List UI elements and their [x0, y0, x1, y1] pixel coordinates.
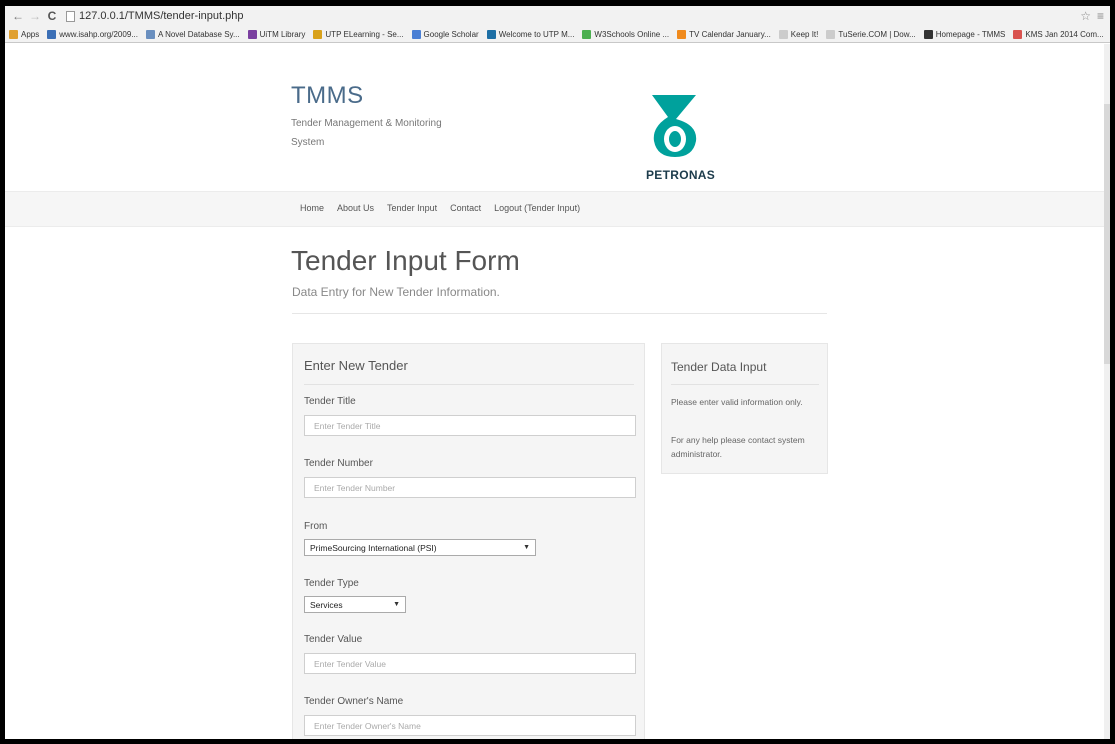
bookmark-label: www.isahp.org/2009... [59, 29, 138, 39]
scrollbar[interactable] [1104, 44, 1110, 739]
bookmark-item[interactable]: Welcome to UTP M... [486, 29, 575, 39]
tender-title-input[interactable] [304, 415, 636, 436]
bookmark-item[interactable]: KMS Jan 2014 Com... [1013, 29, 1104, 39]
back-icon[interactable]: ← [11, 9, 25, 23]
bookmark-label: A Novel Database Sy... [157, 29, 240, 39]
tender-owner-input[interactable] [304, 715, 636, 736]
favicon-icon [1013, 29, 1023, 39]
bookmark-item[interactable]: Google Scholar [411, 29, 479, 39]
divider [671, 384, 819, 385]
reload-icon[interactable]: C [45, 9, 59, 23]
tender-value-input[interactable] [304, 653, 636, 674]
from-label: From [304, 521, 328, 532]
tender-form-panel: Enter New Tender Tender Title Tender Num… [292, 343, 645, 739]
tender-number-label: Tender Number [304, 458, 373, 469]
bookmark-label: Apps [21, 29, 40, 39]
favicon-icon [677, 29, 687, 39]
info-panel: Tender Data Input Please enter valid inf… [661, 343, 828, 474]
bookmark-item[interactable]: www.isahp.org/2009... [47, 29, 138, 39]
petronas-emblem-icon [652, 95, 697, 157]
favicon-icon [778, 29, 788, 39]
tender-type-select-value: Services [310, 599, 343, 610]
page-title: Tender Input Form [291, 245, 520, 276]
bookmark-item[interactable]: W3Schools Online ... [582, 29, 670, 39]
nav-item-contact[interactable]: Contact [450, 203, 481, 213]
address-bar: ← → C 127.0.0.1/TMMS/tender-input.php ☆ … [5, 6, 1110, 26]
bookmark-item[interactable]: UTP ELearning - Se... [313, 29, 404, 39]
bookmark-item[interactable]: TuSerie.COM | Dow... [826, 29, 916, 39]
favicon-icon [582, 29, 592, 39]
apps-icon [9, 29, 18, 39]
bookmark-item[interactable]: TV Calendar January... [677, 29, 771, 39]
tender-number-input[interactable] [304, 477, 636, 498]
tender-title-label: Tender Title [304, 396, 356, 407]
caret-down-icon: ▼ [523, 544, 530, 551]
brand-tagline: Tender Management & Monitoring System [291, 118, 442, 148]
bookmark-item[interactable]: Homepage - TMMS [923, 29, 1006, 39]
favicon-icon [411, 29, 421, 39]
main-nav: Home About Us Tender Input Contact Logout (T… [5, 191, 1110, 227]
favicon-icon [486, 29, 496, 39]
bookmark-item[interactable]: UiTM Library [247, 29, 306, 39]
bookmarks-bar: Apps www.isahp.org/2009... A Novel Databas… [5, 26, 1110, 43]
page-icon [66, 10, 75, 22]
page-subtitle: Data Entry for New Tender Information. [292, 285, 500, 299]
tender-type-select[interactable]: Services ▼ [304, 596, 406, 613]
bookmark-label: KMS Jan 2014 Com... [1025, 29, 1104, 39]
bookmark-label: Homepage - TMMS [935, 29, 1006, 39]
tender-owner-label: Tender Owner's Name [304, 696, 404, 707]
bookmark-label: Keep It! [790, 29, 819, 39]
forward-icon[interactable]: → [28, 9, 42, 23]
site-header: TMMS Tender Management & Monitoring Syst… [5, 44, 1110, 191]
favicon-icon [313, 29, 323, 39]
bookmark-label: UTP ELearning - Se... [325, 29, 404, 39]
tender-type-label: Tender Type [304, 578, 359, 589]
bookmark-label: Google Scholar [423, 29, 479, 39]
info-text: Please enter valid information only. [671, 397, 803, 407]
caret-down-icon: ▼ [393, 601, 400, 608]
favicon-icon [923, 29, 933, 39]
divider [292, 313, 827, 314]
bookmark-label: TuSerie.COM | Dow... [838, 29, 916, 39]
favicon-icon [247, 29, 257, 39]
tender-value-label: Tender Value [304, 634, 363, 645]
nav-item-logout-tender-input[interactable]: Logout (Tender Input) [494, 203, 580, 213]
from-select[interactable]: PrimeSourcing International (PSI) ▼ [304, 539, 536, 556]
nav-item-about-us[interactable]: About Us [337, 203, 374, 213]
bookmark-item[interactable]: Apps [9, 29, 40, 39]
from-select-value: PrimeSourcing International (PSI) [310, 542, 437, 553]
bookmark-item[interactable]: Keep It! [778, 29, 819, 39]
bookmark-item[interactable]: A Novel Database Sy... [145, 29, 240, 39]
bookmark-label: W3Schools Online ... [594, 29, 670, 39]
nav-item-tender-input[interactable]: Tender Input [387, 203, 437, 213]
url-field[interactable]: 127.0.0.1/TMMS/tender-input.php [79, 10, 1074, 22]
star-icon[interactable]: ☆ [1080, 9, 1091, 23]
brand: TMMS Tender Management & Monitoring Syst… [291, 82, 461, 152]
nav-item-home[interactable]: Home [300, 203, 324, 213]
scrollbar-thumb[interactable] [1104, 104, 1110, 364]
menu-icon[interactable]: ≡ [1097, 9, 1104, 23]
brand-name[interactable]: TMMS [291, 82, 461, 110]
main-content: Tender Input Form Data Entry for New Ten… [5, 227, 1110, 739]
info-text: For any help please contact system admin… [671, 435, 805, 459]
divider [304, 384, 634, 385]
form-heading: Enter New Tender [304, 358, 408, 373]
bookmark-label: UiTM Library [259, 29, 306, 39]
info-heading: Tender Data Input [671, 360, 767, 374]
bookmark-label: TV Calendar January... [689, 29, 771, 39]
bookmark-label: Welcome to UTP M... [498, 29, 575, 39]
browser-window: ← → C 127.0.0.1/TMMS/tender-input.php ☆ … [5, 6, 1110, 739]
petronas-logo: PETRONAS [646, 89, 736, 182]
favicon-icon [145, 29, 155, 39]
favicon-icon [826, 29, 836, 39]
favicon-icon [47, 29, 57, 39]
logo-text: PETRONAS [646, 168, 716, 182]
